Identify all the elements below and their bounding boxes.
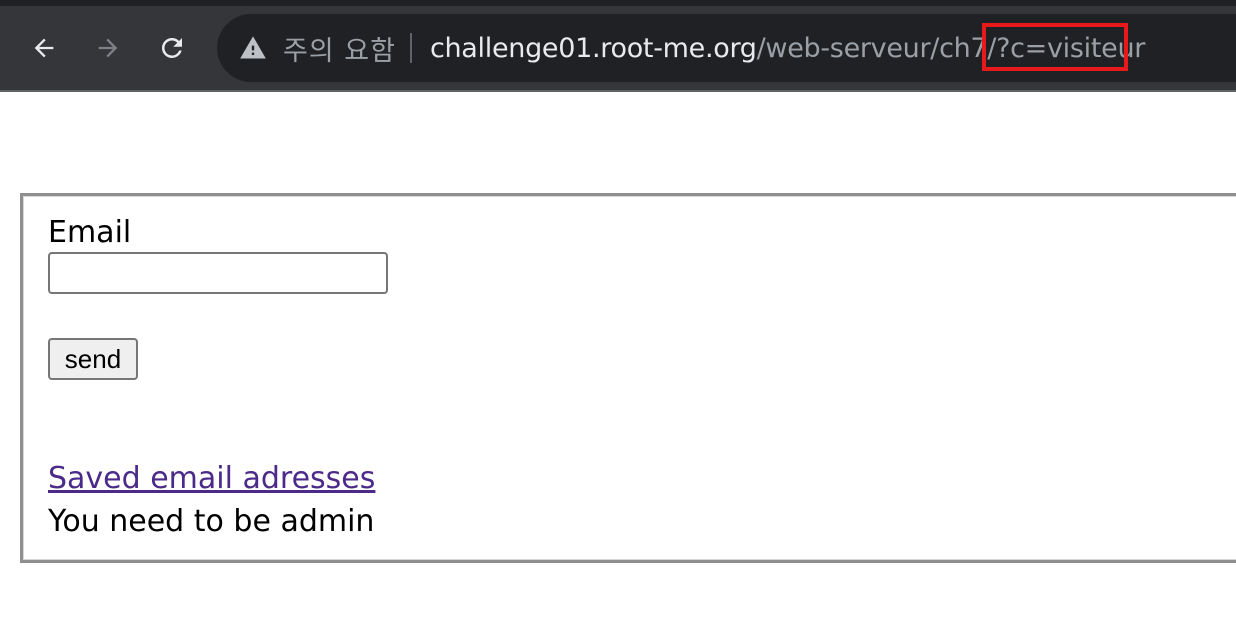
query-highlight-box: [982, 23, 1128, 71]
reload-icon: [161, 37, 182, 58]
back-button[interactable]: [20, 24, 68, 72]
browser-toolbar: 주의 요함 challenge01.root-me.org/web-serveu…: [0, 0, 1236, 92]
tab-strip-edge: [0, 0, 1236, 6]
email-label: Email: [48, 215, 132, 250]
url-path: /web-serveur/ch7/: [756, 32, 997, 64]
url-host: challenge01.root-me.org: [429, 32, 757, 64]
admin-required-message: You need to be admin: [48, 504, 375, 539]
forward-button[interactable]: [84, 24, 132, 72]
security-status-text[interactable]: 주의 요함: [283, 29, 396, 68]
send-button[interactable]: send: [48, 338, 138, 380]
saved-email-addresses-link[interactable]: Saved email adresses: [48, 460, 375, 498]
omnibox-separator: [409, 33, 412, 63]
warning-icon[interactable]: [239, 34, 267, 62]
back-arrow-icon: [34, 38, 54, 58]
forward-arrow-icon: [98, 38, 118, 58]
reload-button[interactable]: [148, 24, 196, 72]
email-input[interactable]: [48, 252, 388, 294]
toolbar-divider: [0, 90, 1236, 92]
